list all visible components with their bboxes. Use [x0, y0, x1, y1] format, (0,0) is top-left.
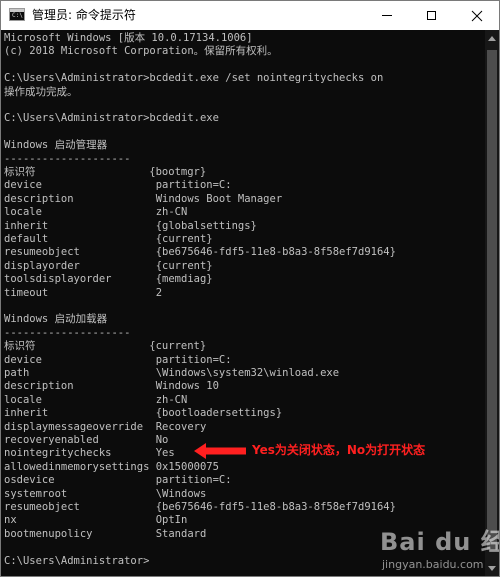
console-line: timeout 2	[4, 286, 163, 299]
console-line: --------------------	[4, 326, 131, 339]
console-line: Microsoft Windows [版本 10.0.17134.1006]	[4, 32, 253, 44]
console-output[interactable]: Microsoft Windows [版本 10.0.17134.1006] (c…	[1, 30, 485, 576]
console-line: inherit {bootloadersettings}	[4, 407, 283, 420]
scroll-up-button[interactable]	[485, 30, 499, 46]
console-line: (c) 2018 Microsoft Corporation。保留所有权利。	[4, 45, 278, 58]
close-button[interactable]	[454, 1, 499, 30]
console-line: default {current}	[4, 233, 213, 245]
console-line: allowedinmemorysettings 0x15000075	[4, 460, 219, 473]
console-line: device partition=C:	[4, 353, 232, 366]
console-line: C:\Users\Administrator>	[4, 554, 150, 567]
console-line: device partition=C:	[4, 179, 232, 192]
console-line: description Windows 10	[4, 380, 219, 393]
console-line: 标识符 {current}	[4, 340, 207, 353]
console-line: locale zh-CN	[4, 393, 188, 406]
annotation-arrow-icon	[194, 443, 246, 459]
console-line: --------------------	[4, 152, 131, 165]
console-line: inherit {globalsettings}	[4, 219, 257, 232]
title-bar[interactable]: C:\ 管理员: 命令提示符	[1, 1, 499, 30]
console-line: resumeobject {be675646-fdf5-11e8-b8a3-8f…	[4, 501, 396, 513]
console-line: Windows 启动加载器	[4, 313, 108, 326]
console-line: resumeobject {be675646-fdf5-11e8-b8a3-8f…	[4, 246, 396, 259]
console-line: displaymessageoverride Recovery	[4, 420, 207, 433]
console-line: nx OptIn	[4, 514, 188, 527]
minimize-button[interactable]	[364, 1, 409, 30]
window-title: 管理员: 命令提示符	[32, 8, 136, 22]
vertical-scrollbar[interactable]	[485, 30, 499, 576]
console-line: nointegritychecks Yes	[4, 447, 175, 460]
scrollbar-thumb[interactable]	[487, 50, 497, 550]
console-line: 标识符 {bootmgr}	[4, 166, 207, 178]
console-line: osdevice partition=C:	[4, 474, 232, 487]
annotation-label: Yes为关闭状态，No为打开状态	[252, 443, 426, 457]
chevron-up-icon	[488, 35, 496, 41]
watermark: Bai du 经验 jingyan.baidu.com	[380, 528, 499, 576]
console-line: displayorder {current}	[4, 259, 213, 272]
console-line: 操作成功完成。	[4, 85, 78, 98]
command-prompt-window: C:\ 管理员: 命令提示符 Microsoft Windows [版本 10.…	[0, 0, 500, 577]
console-line: bootmenupolicy Standard	[4, 527, 207, 540]
console-line: Windows 启动管理器	[4, 139, 108, 152]
watermark-url: jingyan.baidu.com	[382, 558, 484, 571]
console-line: description Windows Boot Manager	[4, 192, 283, 205]
minimize-icon	[381, 15, 392, 16]
maximize-button[interactable]	[409, 1, 454, 30]
close-icon	[471, 10, 482, 21]
console-line: C:\Users\Administrator>bcdedit.exe /set …	[4, 72, 384, 85]
console-line: toolsdisplayorder {memdiag}	[4, 273, 213, 286]
maximize-icon	[427, 11, 436, 20]
watermark-logo: Bai du 经验	[380, 528, 499, 556]
console-line: recoveryenabled No	[4, 434, 169, 446]
console-line: systemroot \Windows	[4, 487, 207, 500]
console-line: path \Windows\system32\winload.exe	[4, 367, 340, 379]
cmd-icon: C:\	[9, 8, 25, 21]
console-line: C:\Users\Administrator>bcdedit.exe	[4, 112, 219, 125]
console-line: locale zh-CN	[4, 206, 188, 219]
